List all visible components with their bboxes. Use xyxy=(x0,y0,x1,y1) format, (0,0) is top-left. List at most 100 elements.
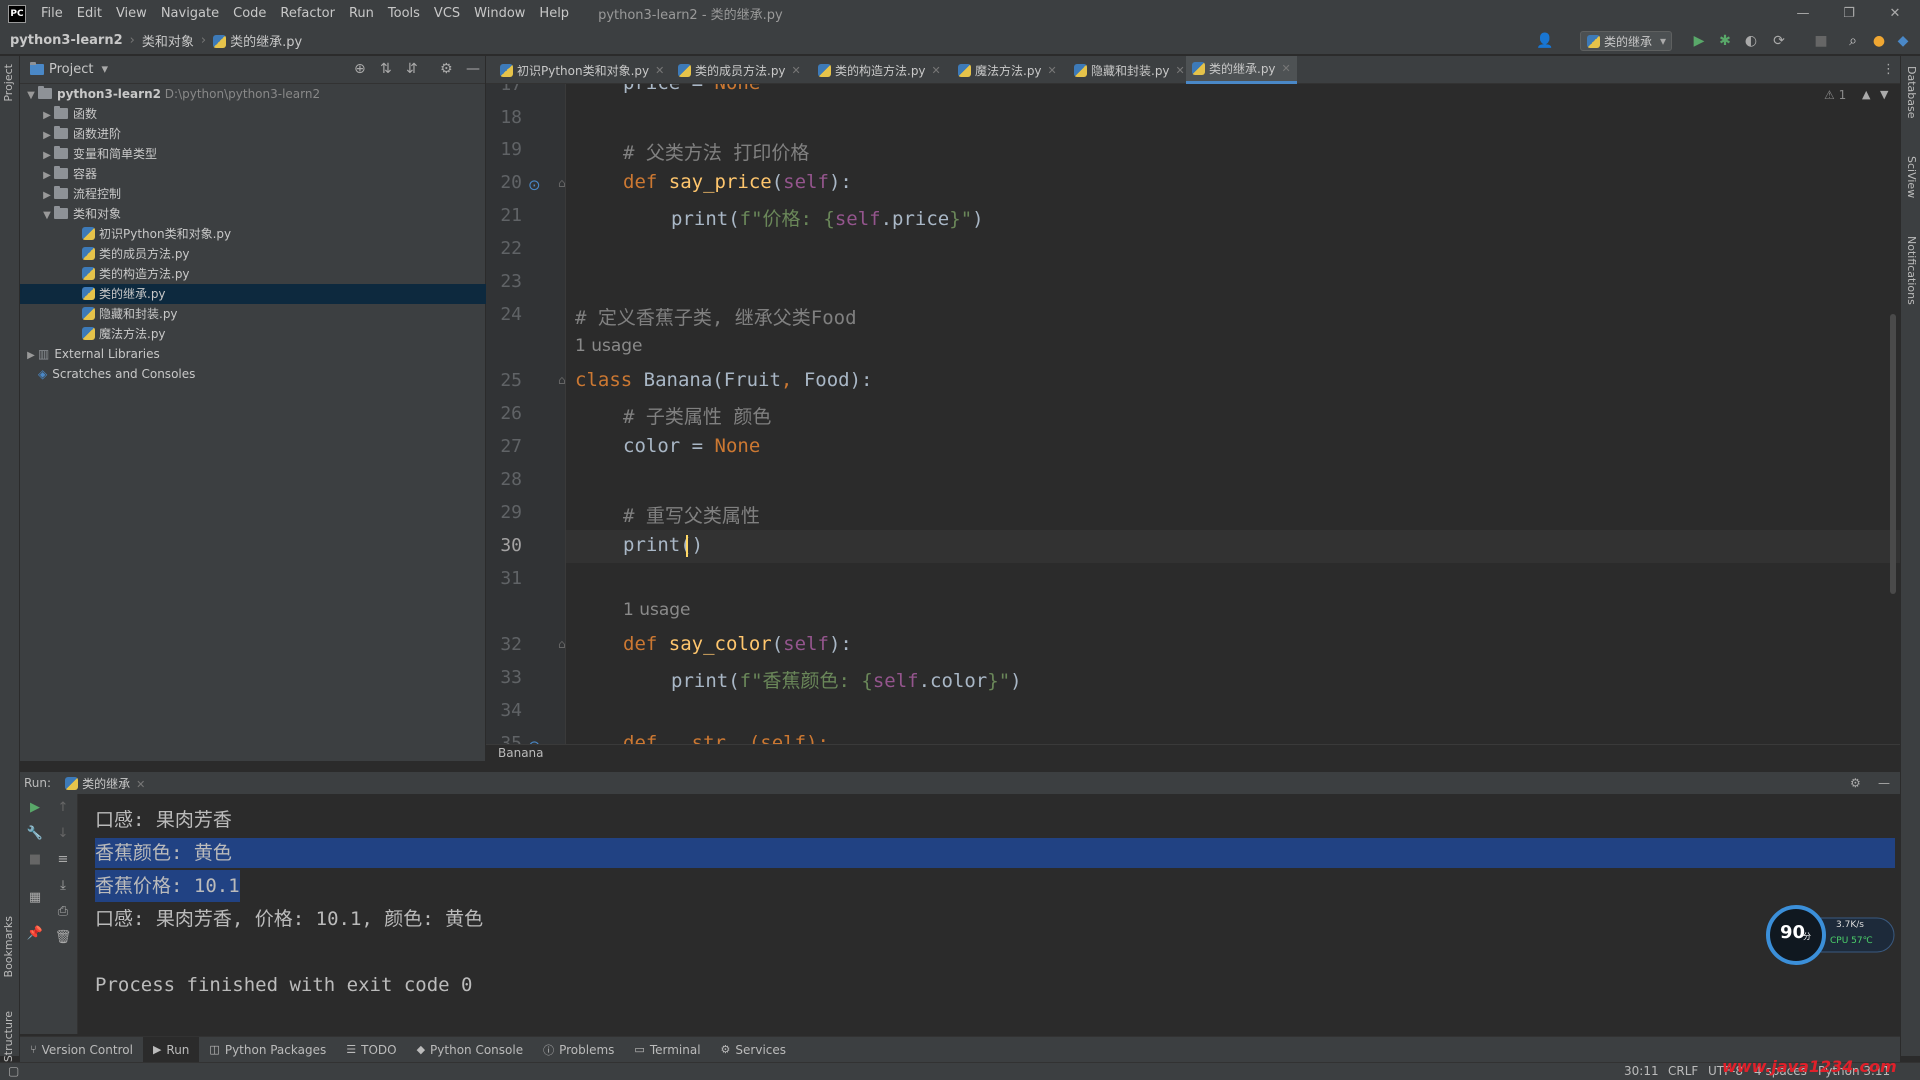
rerun-icon[interactable]: ▶ xyxy=(26,800,44,815)
tree-file[interactable]: 初识Python类和对象.py xyxy=(20,224,486,244)
layout-icon[interactable]: ▦ xyxy=(26,890,44,905)
gear-icon[interactable]: ⚙ xyxy=(440,61,453,77)
editor-tab[interactable]: 魔法方法.py ✕ xyxy=(952,56,1063,84)
structure-tool-label[interactable]: Structure xyxy=(2,1011,15,1062)
trash-icon[interactable]: 🗑 xyxy=(54,930,72,945)
tree-file[interactable]: 隐藏和封装.py xyxy=(20,304,486,324)
editor-tab[interactable]: 初识Python类和对象.py ✕ xyxy=(494,56,670,84)
database-tool-label[interactable]: Database xyxy=(1905,66,1918,119)
tree-folder[interactable]: ▶ 容器 xyxy=(20,164,486,184)
user-icon[interactable]: 👤 xyxy=(1536,32,1554,50)
bookmarks-tool-label[interactable]: Bookmarks xyxy=(2,916,15,977)
caret-position[interactable]: 30:11 xyxy=(1624,1064,1659,1078)
menu-window[interactable]: Window xyxy=(467,6,532,21)
chevron-right-icon[interactable]: ▶ xyxy=(40,146,54,166)
chevron-right-icon[interactable]: ▶ xyxy=(24,346,38,366)
menu-refactor[interactable]: Refactor xyxy=(273,6,342,21)
wrench-icon[interactable]: 🔧 xyxy=(26,826,44,841)
chevron-right-icon[interactable]: ▶ xyxy=(40,166,54,186)
menu-file[interactable]: File xyxy=(34,6,70,21)
menu-navigate[interactable]: Navigate xyxy=(154,6,226,21)
jetbrains-icon[interactable]: ◆ xyxy=(1894,32,1912,50)
close-window-icon[interactable]: ✕ xyxy=(1872,0,1918,27)
tree-folder[interactable]: ▶ 流程控制 xyxy=(20,184,486,204)
debug-icon[interactable]: ✱ xyxy=(1716,32,1734,50)
menu-view[interactable]: View xyxy=(109,6,154,21)
close-icon[interactable]: ✕ xyxy=(792,64,801,77)
tree-folder[interactable]: ▶ 函数 xyxy=(20,104,486,124)
menu-vcs[interactable]: VCS xyxy=(427,6,467,21)
stop-icon[interactable]: ■ xyxy=(1812,32,1830,50)
chevron-right-icon[interactable]: ▶ xyxy=(40,186,54,206)
tree-file[interactable]: 类的成员方法.py xyxy=(20,244,486,264)
hide-panel-icon[interactable]: — xyxy=(466,61,480,77)
chevron-right-icon[interactable]: ▶ xyxy=(40,106,54,126)
editor-tab[interactable]: 类的构造方法.py ✕ xyxy=(812,56,947,84)
tree-folder[interactable]: ▶ 变量和简单类型 xyxy=(20,144,486,164)
override-marker-icon[interactable]: ⊙ xyxy=(528,176,541,194)
restore-icon[interactable]: ❐ xyxy=(1826,0,1872,27)
menu-code[interactable]: Code xyxy=(226,6,273,21)
project-panel-title[interactable]: Project xyxy=(49,62,93,77)
menu-run[interactable]: Run xyxy=(342,6,381,21)
system-monitor-widget[interactable]: 90 分 3.7K/s CPU 57℃ xyxy=(1766,904,1896,966)
tree-file-selected[interactable]: 类的继承.py xyxy=(20,284,486,304)
run-output-panel[interactable]: ▶ ↑ 🔧 ↓ ■ ≡ ⤓ ▦ ⎙ 📌 🗑 口感: 果肉芳香 香蕉颜色: 黄色 … xyxy=(20,794,1900,1034)
stop-icon[interactable]: ■ xyxy=(26,852,44,867)
tool-services[interactable]: ⚙ Services xyxy=(711,1043,796,1057)
close-icon[interactable]: ✕ xyxy=(932,64,941,77)
tool-run[interactable]: ▶ Run xyxy=(142,1037,200,1062)
close-icon[interactable]: ✕ xyxy=(136,778,145,791)
tree-scratches[interactable]: ◈ Scratches and Consoles xyxy=(20,364,486,384)
editor-tab-active[interactable]: 类的继承.py ✕ xyxy=(1186,56,1297,84)
arrow-up-icon[interactable]: ↑ xyxy=(54,800,72,815)
chevron-down-icon[interactable]: ▼ xyxy=(40,206,54,226)
run-config-dropdown[interactable]: 类的继承 ▾ xyxy=(1580,31,1672,51)
print-icon[interactable]: ⎙ xyxy=(54,904,72,919)
chevron-right-icon[interactable]: ▶ xyxy=(40,126,54,146)
run-icon[interactable]: ▶ xyxy=(1690,32,1708,50)
tree-external-libraries[interactable]: ▶ ▥ External Libraries xyxy=(20,344,486,364)
tree-file[interactable]: 魔法方法.py xyxy=(20,324,486,344)
tree-root[interactable]: ▼ python3-learn2 D:\python\python3-learn2 xyxy=(20,84,486,104)
tool-terminal[interactable]: ▭ Terminal xyxy=(624,1043,710,1057)
close-icon[interactable]: ✕ xyxy=(1048,64,1057,77)
profile-icon[interactable]: ⟳ xyxy=(1770,32,1788,50)
breadcrumb-project[interactable]: python3-learn2 xyxy=(6,33,127,48)
tool-version-control[interactable]: ⑂ Version Control xyxy=(20,1043,143,1057)
minimize-icon[interactable]: — xyxy=(1780,0,1826,27)
coverage-icon[interactable]: ◐ xyxy=(1742,32,1760,50)
close-icon[interactable]: ✕ xyxy=(655,64,664,77)
chevron-down-icon[interactable]: ▾ xyxy=(101,62,108,77)
tool-python-packages[interactable]: ◫ Python Packages xyxy=(199,1043,336,1057)
tree-folder-open[interactable]: ▼ 类和对象 xyxy=(20,204,486,224)
close-icon[interactable]: ✕ xyxy=(1282,62,1291,75)
tool-python-console[interactable]: ◆ Python Console xyxy=(407,1043,534,1057)
close-icon[interactable]: ✕ xyxy=(1176,64,1185,77)
fold-icon[interactable]: ⌂ xyxy=(558,637,566,651)
expand-all-icon[interactable]: ⇅ xyxy=(380,61,392,77)
fold-icon[interactable]: ⌂ xyxy=(558,373,566,387)
code-editor[interactable]: 17 18 19 20 21 22 23 24 25 26 27 28 29 3… xyxy=(486,84,1900,744)
project-tool-label[interactable]: Project xyxy=(2,64,15,102)
breadcrumb-file[interactable]: 类的继承.py xyxy=(209,31,306,50)
more-tabs-icon[interactable]: ⋮ xyxy=(1882,62,1895,77)
fold-icon[interactable]: ⌂ xyxy=(558,176,566,190)
chevron-down-icon[interactable]: ▼ xyxy=(24,86,38,106)
hide-panel-icon[interactable]: — xyxy=(1878,776,1890,790)
scroll-to-end-icon[interactable]: ⤓ xyxy=(54,878,72,893)
editor-tab[interactable]: 隐藏和封装.py ✕ xyxy=(1068,56,1191,84)
notifications-tool-label[interactable]: Notifications xyxy=(1905,236,1918,305)
collapse-all-icon[interactable]: ⇵ xyxy=(406,61,418,77)
sciview-tool-label[interactable]: SciView xyxy=(1905,156,1918,198)
breadcrumb-folder[interactable]: 类和对象 xyxy=(138,31,198,50)
chevron-up-icon[interactable]: ▲ xyxy=(1862,88,1870,101)
layout-toggle-icon[interactable]: ▢ xyxy=(8,1064,19,1078)
gear-icon[interactable]: ⚙ xyxy=(1850,776,1861,790)
soft-wrap-icon[interactable]: ≡ xyxy=(54,852,72,867)
editor-breadcrumb[interactable]: Banana xyxy=(486,744,1900,761)
line-separator[interactable]: CRLF xyxy=(1668,1064,1698,1078)
chevron-down-icon[interactable]: ▼ xyxy=(1880,88,1888,101)
locate-icon[interactable]: ⊕ xyxy=(354,61,366,77)
editor-tab[interactable]: 类的成员方法.py ✕ xyxy=(672,56,807,84)
